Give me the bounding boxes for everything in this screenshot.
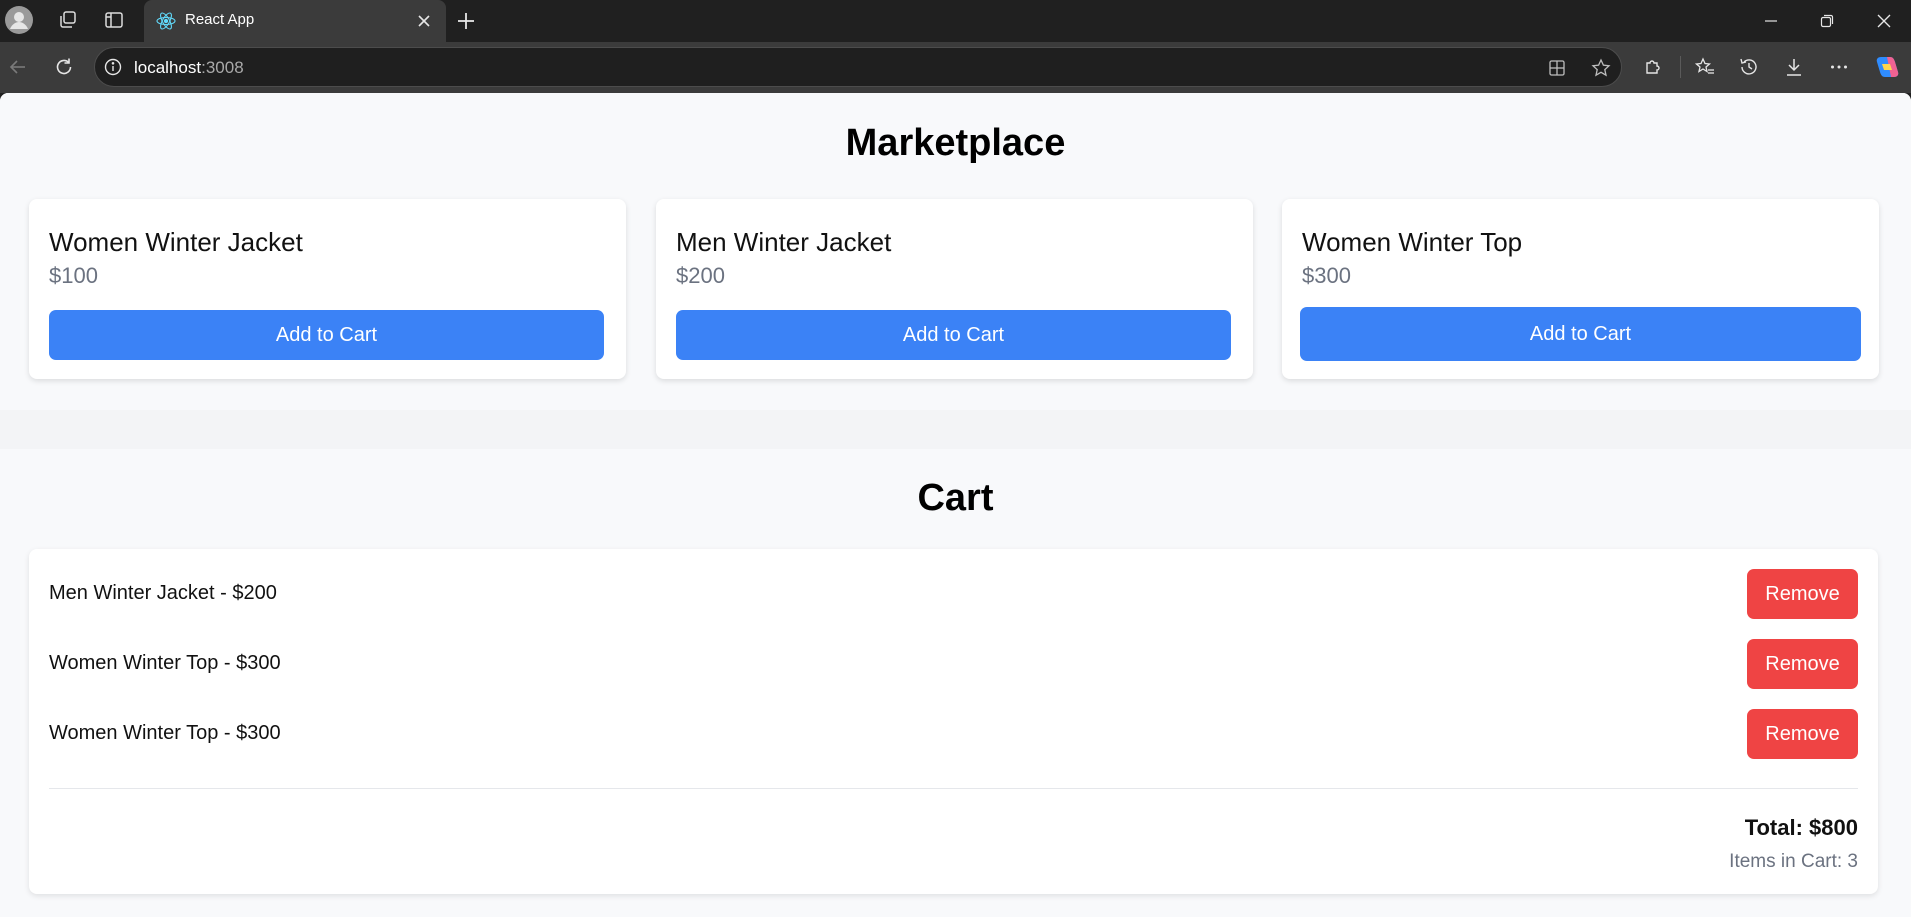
marketplace-section: Marketplace Women Winter Jacket $100 Add… (0, 93, 1911, 410)
product-card: Men Winter Jacket $200 Add to Cart (656, 199, 1253, 379)
cart-item: Women Winter Top - $300 Remove (49, 639, 1858, 689)
url-port: :3008 (201, 58, 244, 77)
active-tab[interactable]: React App (144, 0, 446, 42)
close-window-icon[interactable] (1873, 10, 1895, 32)
address-bar[interactable]: localhost:3008 (94, 47, 1622, 87)
new-tab-icon[interactable] (453, 8, 479, 34)
vertical-tabs-icon[interactable] (102, 8, 126, 32)
product-card: Women Winter Jacket $100 Add to Cart (29, 199, 626, 379)
product-price: $100 (49, 263, 98, 288)
history-icon[interactable] (1737, 55, 1761, 79)
cart-item-label: Men Winter Jacket - $200 (49, 582, 277, 604)
cart-title: Cart (917, 477, 994, 519)
remove-button[interactable]: Remove (1747, 709, 1858, 759)
favorite-star-icon[interactable] (1590, 57, 1612, 79)
cart-section: Cart Men Winter Jacket - $200 Remove Wom… (0, 449, 1911, 917)
add-to-cart-button[interactable]: Add to Cart (49, 310, 604, 360)
downloads-icon[interactable] (1782, 55, 1806, 79)
refresh-icon[interactable] (52, 55, 76, 79)
url-host: localhost (134, 58, 202, 77)
toolbar-separator (1680, 56, 1681, 78)
browser-toolbar: localhost:3008 (0, 42, 1911, 93)
site-info-icon[interactable] (103, 57, 123, 77)
minimize-icon[interactable] (1760, 10, 1782, 32)
profile-avatar-icon[interactable] (4, 5, 34, 35)
close-tab-icon[interactable] (414, 11, 434, 31)
cart-divider (49, 788, 1858, 789)
product-name: Women Winter Jacket (49, 227, 303, 257)
product-price: $200 (676, 263, 725, 288)
product-name: Men Winter Jacket (676, 227, 892, 257)
add-to-cart-button[interactable]: Add to Cart (676, 310, 1231, 360)
restore-icon[interactable] (1816, 10, 1838, 32)
cart-item: Men Winter Jacket - $200 Remove (49, 569, 1858, 619)
product-name: Women Winter Top (1302, 227, 1523, 257)
app-available-icon[interactable] (1546, 57, 1568, 79)
react-logo-icon (155, 10, 177, 32)
product-card: Women Winter Top $300 Add to Cart (1282, 199, 1879, 379)
browser-tab-bar: React App (0, 0, 1911, 42)
cart-item: Women Winter Top - $300 Remove (49, 709, 1858, 759)
more-menu-icon[interactable] (1827, 55, 1851, 79)
cart-box: Men Winter Jacket - $200 Remove Women Wi… (29, 549, 1878, 894)
remove-button[interactable]: Remove (1747, 569, 1858, 619)
cart-item-label: Women Winter Top - $300 (49, 722, 281, 744)
url-text: localhost:3008 (134, 58, 244, 78)
cart-item-label: Women Winter Top - $300 (49, 652, 281, 674)
tab-title: React App (185, 11, 255, 28)
page-viewport: Marketplace Women Winter Jacket $100 Add… (0, 93, 1911, 917)
product-price: $300 (1302, 263, 1351, 288)
back-icon[interactable] (6, 55, 30, 79)
favorites-icon[interactable] (1693, 55, 1717, 79)
marketplace-title: Marketplace (845, 122, 1066, 164)
copilot-icon[interactable] (1872, 53, 1900, 81)
extensions-icon[interactable] (1641, 55, 1665, 79)
cart-total: Total: $800 (1744, 815, 1858, 840)
cart-items-count: Items in Cart: 3 (1729, 851, 1858, 872)
workspaces-icon[interactable] (56, 8, 80, 32)
remove-button[interactable]: Remove (1747, 639, 1858, 689)
add-to-cart-button[interactable]: Add to Cart (1300, 307, 1861, 361)
